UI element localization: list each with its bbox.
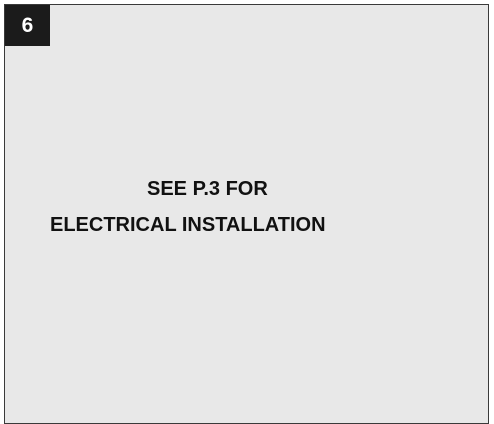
note-text-line-1: SEE P.3 FOR [147, 178, 268, 200]
instruction-panel: 6 SEE P.3 FOR ELECTRICAL INSTALLATION [4, 4, 489, 424]
step-number-badge: 6 [5, 5, 50, 46]
note-text-line-2: ELECTRICAL INSTALLATION [50, 214, 326, 236]
